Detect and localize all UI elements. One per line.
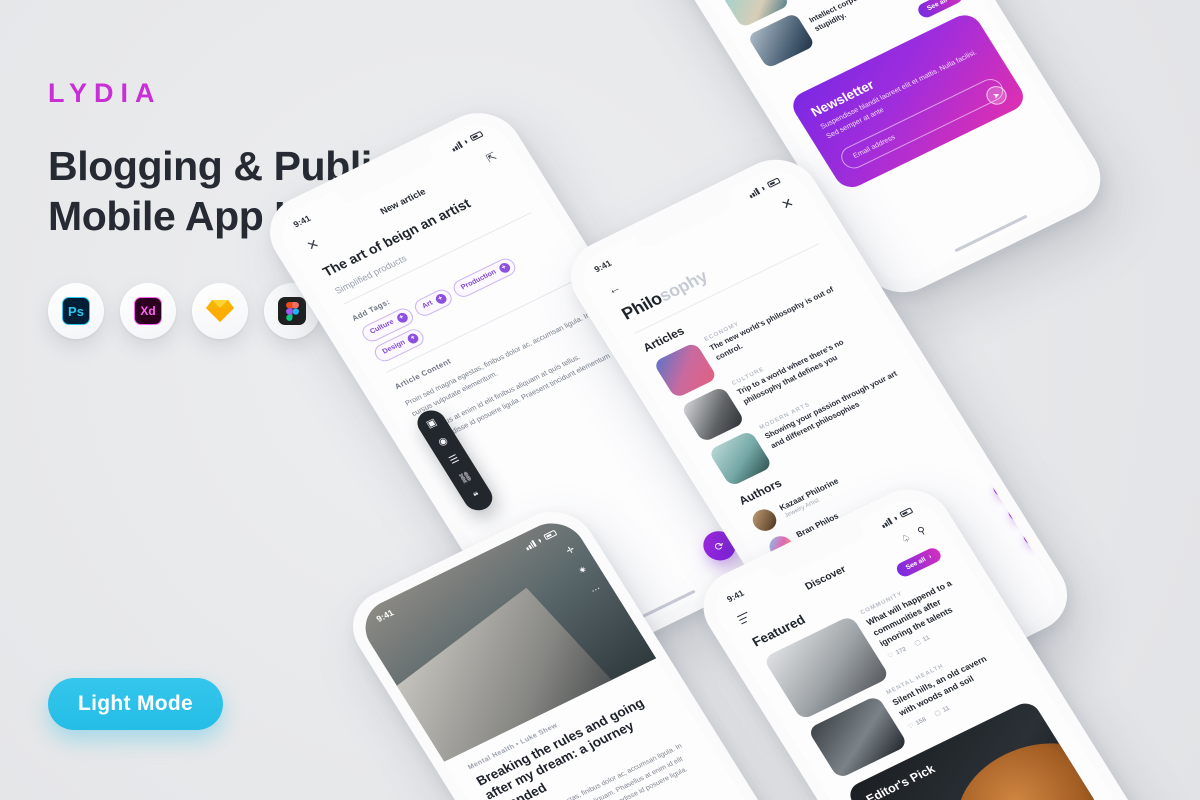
sketch-icon xyxy=(206,300,234,323)
battery-icon xyxy=(543,529,558,541)
publish-icon: ⟳ xyxy=(712,538,728,554)
status-indicators: ◗ xyxy=(523,528,558,551)
fab-bookmark-button[interactable]: ♡ xyxy=(1004,499,1033,525)
battery-icon xyxy=(766,177,781,188)
add-icon: + xyxy=(405,331,421,345)
add-icon[interactable]: ✛ xyxy=(564,543,578,557)
like-count: ♡ 158 xyxy=(906,715,928,731)
status-time: 9:41 xyxy=(592,257,614,275)
battery-icon xyxy=(469,130,484,142)
battery-icon xyxy=(899,507,914,518)
home-indicator xyxy=(954,214,1028,253)
photoshop-badge[interactable]: Ps xyxy=(48,283,104,340)
add-icon: + xyxy=(497,261,512,275)
sparkle-icon[interactable]: ✷ xyxy=(577,563,591,577)
photoshop-icon: Ps xyxy=(62,297,90,326)
link-icon[interactable]: ⛓ xyxy=(457,471,475,486)
status-time: 9:41 xyxy=(291,213,313,230)
list-icon[interactable]: ☰ xyxy=(447,453,461,467)
signal-icon xyxy=(524,539,537,550)
more-icon[interactable]: ⋯ xyxy=(589,583,603,597)
add-icon: + xyxy=(433,292,449,306)
light-mode-badge[interactable]: Light Mode xyxy=(48,678,223,730)
like-count: ♡ 172 xyxy=(886,645,908,661)
poster-canvas: LYDIA Blogging & Publishing Mobile App U… xyxy=(0,0,1200,800)
comment-count: ▢ 11 xyxy=(932,704,951,718)
adobe-xd-icon: Xd xyxy=(134,297,162,326)
signal-icon xyxy=(747,187,760,198)
chevron-right-icon: › xyxy=(949,0,955,1)
video-icon[interactable]: ◉ xyxy=(436,435,450,448)
figma-icon xyxy=(278,297,306,326)
signal-icon xyxy=(880,517,893,528)
chevron-right-icon: › xyxy=(927,553,934,561)
image-icon[interactable]: ▣ xyxy=(424,417,439,431)
adobe-xd-badge[interactable]: Xd xyxy=(120,283,176,340)
hero-action-icons: ✛ ✷ ⋯ xyxy=(564,543,603,596)
status-time: 9:41 xyxy=(374,607,396,624)
floating-action-buttons: ↑ ♡ ⋯ xyxy=(989,475,1048,549)
comment-count: ▢ 11 xyxy=(913,634,932,648)
status-time: 9:41 xyxy=(724,587,746,605)
add-icon: + xyxy=(394,311,410,325)
quote-icon[interactable]: ❝ xyxy=(472,490,483,502)
brand-logo: LYDIA xyxy=(48,78,162,108)
fab-more-button[interactable]: ⋯ xyxy=(1019,523,1048,549)
fab-share-button[interactable]: ↑ xyxy=(989,475,1018,501)
signal-icon xyxy=(450,140,463,151)
sketch-badge[interactable] xyxy=(192,283,248,340)
